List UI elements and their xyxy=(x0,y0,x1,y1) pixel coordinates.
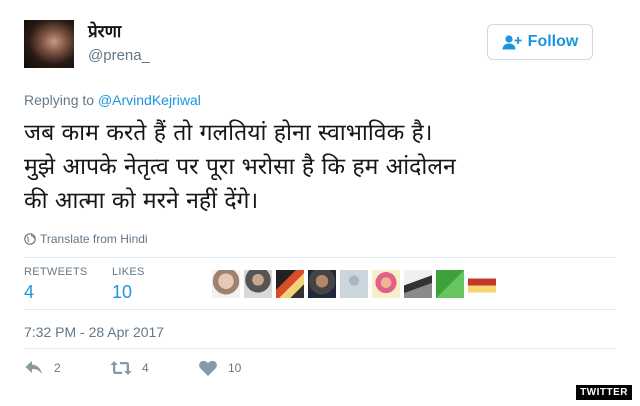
retweet-action[interactable]: 4 xyxy=(110,359,149,377)
retweets-value: 4 xyxy=(24,282,35,302)
tweet-line: मुझे आपके नेतृत्व पर पूरा भरोसा है कि हम… xyxy=(24,154,456,180)
like-count: 10 xyxy=(228,361,242,375)
user-handle[interactable]: @prena_ xyxy=(88,47,150,64)
liker-avatar[interactable] xyxy=(212,270,240,298)
replying-to: Replying to @ArvindKejriwal xyxy=(24,92,201,108)
retweet-icon xyxy=(110,361,132,375)
liker-avatar[interactable] xyxy=(372,270,400,298)
reply-action[interactable]: 2 xyxy=(24,359,61,377)
divider-bottom xyxy=(24,348,616,349)
twitter-watermark: TWITTER xyxy=(576,385,632,400)
globe-icon xyxy=(24,233,36,245)
heart-icon xyxy=(199,360,217,376)
reply-icon xyxy=(25,361,42,374)
retweet-count: 4 xyxy=(142,361,149,375)
divider-middle xyxy=(24,309,616,310)
retweets-stat[interactable]: RETWEETS 4 xyxy=(24,266,88,303)
liker-avatar[interactable] xyxy=(276,270,304,298)
replying-prefix: Replying to xyxy=(24,92,98,108)
reply-count: 2 xyxy=(54,361,61,375)
timestamp[interactable]: 7:32 PM - 28 Apr 2017 xyxy=(24,324,164,340)
liker-avatar[interactable] xyxy=(436,270,464,298)
translate-label: Translate from Hindi xyxy=(40,232,148,246)
follow-button[interactable]: Follow xyxy=(487,24,593,60)
liker-avatar[interactable] xyxy=(308,270,336,298)
avatar[interactable] xyxy=(24,20,74,68)
likers-avatars xyxy=(212,270,496,298)
translate-link[interactable]: Translate from Hindi xyxy=(24,232,148,246)
liker-avatar[interactable] xyxy=(340,270,368,298)
likes-value: 10 xyxy=(112,282,133,302)
liker-avatar[interactable] xyxy=(244,270,272,298)
like-action[interactable]: 10 xyxy=(198,359,241,377)
add-user-icon xyxy=(502,35,522,50)
tweet-text: जब काम करते हैं तो गलतियां होना स्वाभावि… xyxy=(24,116,624,218)
liker-avatar[interactable] xyxy=(468,270,496,298)
liker-avatar[interactable] xyxy=(404,270,432,298)
likes-stat[interactable]: LIKES 10 xyxy=(112,266,145,303)
tweet-line: जब काम करते हैं तो गलतियां होना स्वाभावि… xyxy=(24,120,433,146)
mention-link[interactable]: @ArvindKejriwal xyxy=(98,92,201,108)
follow-label: Follow xyxy=(527,33,579,50)
retweets-label: RETWEETS xyxy=(24,266,88,278)
tweet-line: की आत्मा को मरने नहीं देंगे। xyxy=(24,188,259,214)
display-name[interactable]: प्रेरणा xyxy=(88,19,121,42)
likes-label: LIKES xyxy=(112,266,145,278)
divider-top xyxy=(24,257,616,258)
